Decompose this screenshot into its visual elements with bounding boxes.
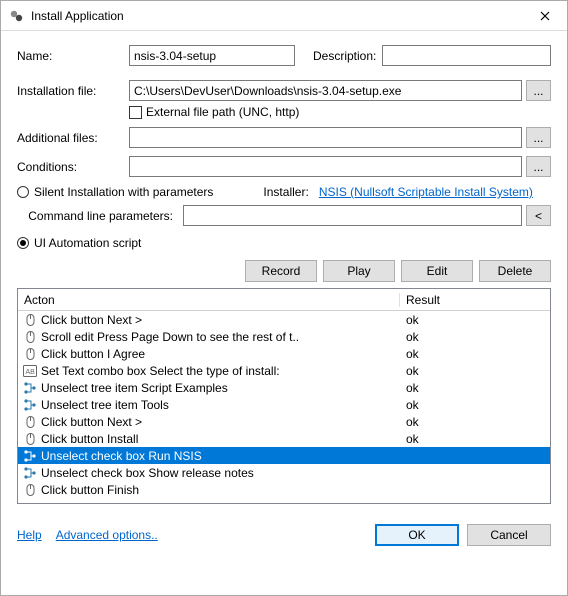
svg-text:AB: AB: [26, 369, 36, 376]
grid-row[interactable]: Unselect check box Run NSIS: [18, 447, 550, 464]
browse-conditions-button[interactable]: ...: [526, 156, 551, 177]
grid-header-result[interactable]: Result: [400, 293, 550, 307]
command-line-label: Command line parameters:: [17, 209, 183, 223]
external-file-path-checkbox[interactable]: [129, 106, 142, 119]
grid-action-text: Click button I Agree: [41, 347, 400, 361]
additional-files-field[interactable]: [129, 127, 522, 148]
grid-action-text: Click button Finish: [41, 483, 400, 497]
grid-row[interactable]: Click button Next >ok: [18, 413, 550, 430]
footer: Help Advanced options.. OK Cancel: [1, 514, 567, 556]
grid-row[interactable]: Click button Installok: [18, 430, 550, 447]
grid-row[interactable]: AB Set Text combo box Select the type of …: [18, 362, 550, 379]
ui-automation-radio[interactable]: [17, 237, 29, 249]
grid-row[interactable]: Click button I Agreeok: [18, 345, 550, 362]
conditions-field[interactable]: [129, 156, 522, 177]
grid-result-text: ok: [400, 330, 550, 344]
titlebar: Install Application: [1, 1, 567, 31]
external-file-path-label: External file path (UNC, http): [146, 105, 299, 119]
advanced-options-link[interactable]: Advanced options..: [56, 528, 158, 542]
grid-result-text: ok: [400, 347, 550, 361]
description-field[interactable]: [382, 45, 551, 66]
grid-action-text: Click button Next >: [41, 313, 400, 327]
grid-action-text: Unselect check box Show release notes: [41, 466, 400, 480]
delete-button[interactable]: Delete: [479, 260, 551, 282]
grid-row[interactable]: Unselect check box Show release notes: [18, 464, 550, 481]
window-title: Install Application: [31, 9, 523, 23]
conditions-label: Conditions:: [17, 160, 129, 174]
tree-icon: [22, 465, 38, 481]
mouse-icon: [22, 414, 38, 430]
silent-install-label: Silent Installation with parameters: [34, 185, 213, 199]
ok-button[interactable]: OK: [375, 524, 459, 546]
mouse-icon: [22, 482, 38, 498]
grid-row[interactable]: Unselect tree item Script Examplesok: [18, 379, 550, 396]
script-grid: Acton Result Click button Next >okScroll…: [17, 288, 551, 504]
grid-row[interactable]: Click button Next >ok: [18, 311, 550, 328]
command-line-field[interactable]: [183, 205, 522, 226]
additional-files-label: Additional files:: [17, 131, 129, 145]
edit-button[interactable]: Edit: [401, 260, 473, 282]
grid-result-text: ok: [400, 364, 550, 378]
grid-result-text: ok: [400, 415, 550, 429]
help-link[interactable]: Help: [17, 528, 42, 542]
ui-automation-label: UI Automation script: [34, 236, 141, 250]
grid-result-text: ok: [400, 381, 550, 395]
content-area: Name: Description: Installation file: ..…: [1, 31, 567, 514]
name-field[interactable]: [129, 45, 295, 66]
description-label: Description:: [313, 49, 376, 63]
text-icon: AB: [22, 363, 38, 379]
mouse-icon: [22, 346, 38, 362]
browse-additional-files-button[interactable]: ...: [526, 127, 551, 148]
grid-action-text: Scroll edit Press Page Down to see the r…: [41, 330, 400, 344]
name-label: Name:: [17, 49, 129, 63]
record-button[interactable]: Record: [245, 260, 317, 282]
grid-row[interactable]: Click button Finish: [18, 481, 550, 498]
grid-row[interactable]: Scroll edit Press Page Down to see the r…: [18, 328, 550, 345]
tree-icon: [22, 380, 38, 396]
grid-header: Acton Result: [18, 289, 550, 311]
mouse-icon: [22, 431, 38, 447]
cancel-button[interactable]: Cancel: [467, 524, 551, 546]
grid-action-text: Click button Install: [41, 432, 400, 446]
command-line-angle-button[interactable]: <: [526, 205, 551, 226]
grid-action-text: Unselect check box Run NSIS: [41, 449, 400, 463]
app-icon: [9, 8, 25, 24]
play-button[interactable]: Play: [323, 260, 395, 282]
installation-file-field[interactable]: [129, 80, 522, 101]
grid-result-text: ok: [400, 432, 550, 446]
close-button[interactable]: [523, 1, 567, 31]
silent-install-radio[interactable]: [17, 186, 29, 198]
tree-icon: [22, 448, 38, 464]
grid-result-text: ok: [400, 398, 550, 412]
browse-installation-file-button[interactable]: ...: [526, 80, 551, 101]
grid-action-text: Unselect tree item Script Examples: [41, 381, 400, 395]
tree-icon: [22, 397, 38, 413]
grid-header-action[interactable]: Acton: [18, 293, 400, 307]
grid-body: Click button Next >okScroll edit Press P…: [18, 311, 550, 498]
installation-file-label: Installation file:: [17, 84, 129, 98]
installer-prefix: Installer:: [263, 185, 308, 199]
grid-row[interactable]: Unselect tree item Toolsok: [18, 396, 550, 413]
mouse-icon: [22, 329, 38, 345]
mouse-icon: [22, 312, 38, 328]
grid-action-text: Click button Next >: [41, 415, 400, 429]
grid-action-text: Set Text combo box Select the type of in…: [41, 364, 400, 378]
grid-result-text: ok: [400, 313, 550, 327]
grid-action-text: Unselect tree item Tools: [41, 398, 400, 412]
installer-link[interactable]: NSIS (Nullsoft Scriptable Install System…: [319, 185, 533, 199]
